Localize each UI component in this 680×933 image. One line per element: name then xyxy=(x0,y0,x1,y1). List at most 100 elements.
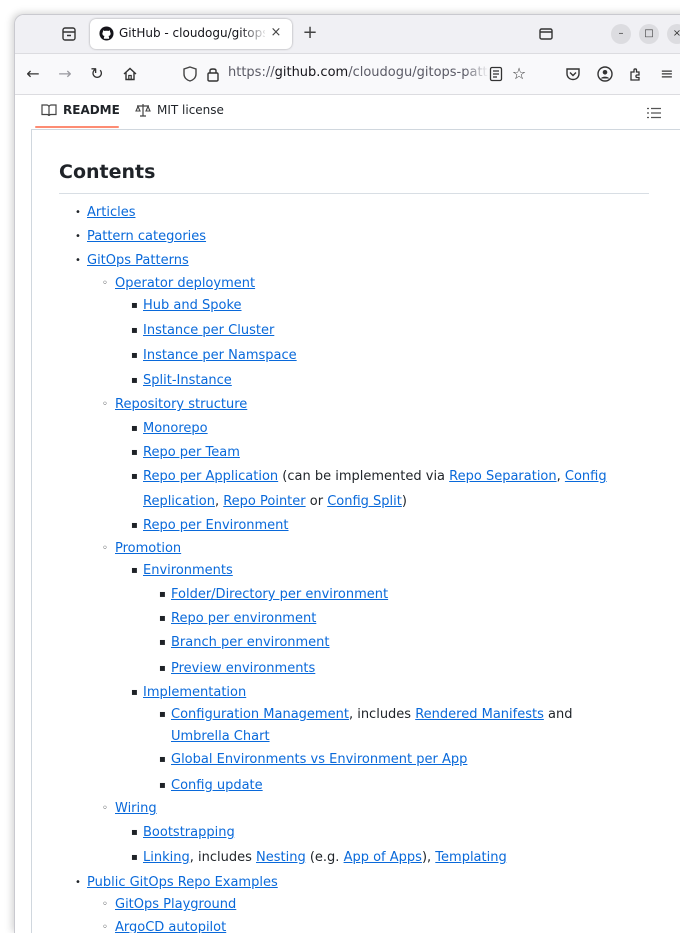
toc-link[interactable]: Repo per Environment xyxy=(143,518,289,533)
page-content: README MIT license Contents • Articles •… xyxy=(15,95,680,933)
tab-strip: GitHub - cloudogu/gitops-patterns × + – … xyxy=(15,15,680,54)
toc-item: Replication, Repo Pointer or Config Spli… xyxy=(143,492,407,512)
toc-item: Articles xyxy=(87,203,135,223)
list-bullet: ▪ xyxy=(131,423,138,434)
list-bullet: ◦ xyxy=(102,543,108,554)
maximize-window-icon[interactable]: □ xyxy=(639,24,659,44)
toc-link[interactable]: Umbrella Chart xyxy=(171,729,270,744)
toc-link[interactable]: Rendered Manifests xyxy=(415,707,544,722)
toc-link[interactable]: Global Environments vs Environment per A… xyxy=(171,752,467,767)
toc-link[interactable]: Pattern categories xyxy=(87,229,206,244)
forward-icon[interactable]: → xyxy=(55,64,75,84)
license-tab[interactable]: MIT license xyxy=(135,103,224,117)
readme-tab[interactable]: README xyxy=(41,103,120,117)
toc-link[interactable]: Config xyxy=(565,469,607,484)
toc-link[interactable]: Linking xyxy=(143,850,190,865)
toc-link[interactable]: Repo Separation xyxy=(449,469,556,484)
reader-view-icon[interactable] xyxy=(486,64,506,84)
url-prefix: https:// xyxy=(228,65,275,80)
toc-link[interactable]: Hub and Spoke xyxy=(143,298,242,313)
url-field[interactable]: https://github.com/cloudogu/gitops-patte… xyxy=(228,65,488,80)
list-bullet: ▪ xyxy=(159,754,166,765)
toc-item: Public GitOps Repo Examples xyxy=(87,873,278,893)
toc-link[interactable]: GitOps Playground xyxy=(115,897,236,912)
readme-tab-underline xyxy=(35,126,119,128)
toc-item: Split-Instance xyxy=(143,371,232,391)
list-bullet: ▪ xyxy=(159,780,166,791)
toc-link[interactable]: App of Apps xyxy=(344,850,422,865)
tab-title-fade xyxy=(240,21,268,47)
toc-link[interactable]: Promotion xyxy=(115,541,181,556)
account-icon[interactable] xyxy=(595,64,615,84)
toc-item: Repo per Team xyxy=(143,443,240,463)
toc-link[interactable]: Repo per Team xyxy=(143,445,240,460)
toc-item: Instance per Namspace xyxy=(143,346,297,366)
close-tab-icon[interactable]: × xyxy=(267,24,285,42)
list-bullet: ▪ xyxy=(131,471,138,482)
toc-link[interactable]: Replication xyxy=(143,494,215,509)
toc-link[interactable]: Repo per Application xyxy=(143,469,278,484)
toc-link[interactable]: Repo Pointer xyxy=(223,494,305,509)
extensions-icon[interactable] xyxy=(626,64,646,84)
back-icon[interactable]: ← xyxy=(23,64,43,84)
toc-item: Instance per Cluster xyxy=(143,321,274,341)
toc-link[interactable]: Configuration Management xyxy=(171,707,349,722)
toc-item: Configuration Management, includes Rende… xyxy=(171,705,572,725)
toc-item: Linking, includes Nesting (e.g. App of A… xyxy=(143,848,507,868)
toc-link[interactable]: Branch per environment xyxy=(171,635,330,650)
list-bullet: ▪ xyxy=(131,565,138,576)
toc-item: Preview environments xyxy=(171,659,315,679)
minimize-window-icon[interactable]: – xyxy=(611,24,631,44)
list-bullet: ▪ xyxy=(159,589,166,600)
toc-item: Monorepo xyxy=(143,419,208,439)
toc-link[interactable]: Repo per environment xyxy=(171,611,316,626)
toc-link[interactable]: GitOps Patterns xyxy=(87,253,189,268)
toc-link[interactable]: Split-Instance xyxy=(143,373,232,388)
toc-link[interactable]: Config update xyxy=(171,778,263,793)
toc-item: Promotion xyxy=(115,539,181,559)
new-tab-button[interactable]: + xyxy=(299,22,321,44)
firefox-view-icon[interactable] xyxy=(536,24,556,44)
toc-text: , includes xyxy=(189,850,257,865)
home-icon[interactable] xyxy=(120,64,140,84)
toc-link[interactable]: Implementation xyxy=(143,685,246,700)
toc-item: Branch per environment xyxy=(171,633,330,653)
toc-link[interactable]: Instance per Cluster xyxy=(143,323,274,338)
toc-link[interactable]: Environments xyxy=(143,563,233,578)
toc-item: Environments xyxy=(143,561,233,581)
nav-bar: ← → ↻ https://github.com/cloudogu/gitops… xyxy=(15,54,680,95)
toc-link[interactable]: Nesting xyxy=(256,850,306,865)
toc-link[interactable]: Operator deployment xyxy=(115,276,255,291)
tracking-protection-shield-icon[interactable] xyxy=(180,64,200,84)
tab-github[interactable]: GitHub - cloudogu/gitops-patterns × xyxy=(90,19,292,49)
toc-item: Repository structure xyxy=(115,395,247,415)
toc-link[interactable]: Repository structure xyxy=(115,397,247,412)
toc-link[interactable]: Public GitOps Repo Examples xyxy=(87,875,278,890)
menu-icon[interactable]: ≡ xyxy=(657,64,677,84)
book-icon xyxy=(41,104,57,117)
pocket-icon[interactable] xyxy=(563,64,583,84)
toc-link[interactable]: Templating xyxy=(435,850,506,865)
toc-link[interactable]: Config Split xyxy=(327,494,402,509)
contents-heading: Contents xyxy=(59,161,156,183)
license-tab-label: MIT license xyxy=(157,103,224,117)
list-bullet: ▪ xyxy=(131,852,138,863)
toc-link[interactable]: Instance per Namspace xyxy=(143,348,297,363)
reload-icon[interactable]: ↻ xyxy=(87,64,107,84)
lock-icon[interactable] xyxy=(203,64,223,84)
list-all-tabs-icon[interactable] xyxy=(59,24,79,44)
toc-text: , xyxy=(214,494,224,509)
toc-link[interactable]: Preview environments xyxy=(171,661,315,676)
github-icon xyxy=(99,26,114,41)
toc-item: Umbrella Chart xyxy=(171,727,270,747)
close-window-icon[interactable]: × xyxy=(667,24,680,44)
toc-link[interactable]: Articles xyxy=(87,205,135,220)
toc-link[interactable]: Bootstrapping xyxy=(143,825,235,840)
toc-link[interactable]: ArgoCD autopilot xyxy=(115,920,226,933)
toc-link[interactable]: Wiring xyxy=(115,801,157,816)
bookmark-star-icon[interactable]: ☆ xyxy=(509,64,529,84)
toc-link[interactable]: Monorepo xyxy=(143,421,208,436)
outline-icon[interactable] xyxy=(646,106,662,120)
list-bullet: ▪ xyxy=(131,520,138,531)
toc-link[interactable]: Folder/Directory per environment xyxy=(171,587,388,602)
